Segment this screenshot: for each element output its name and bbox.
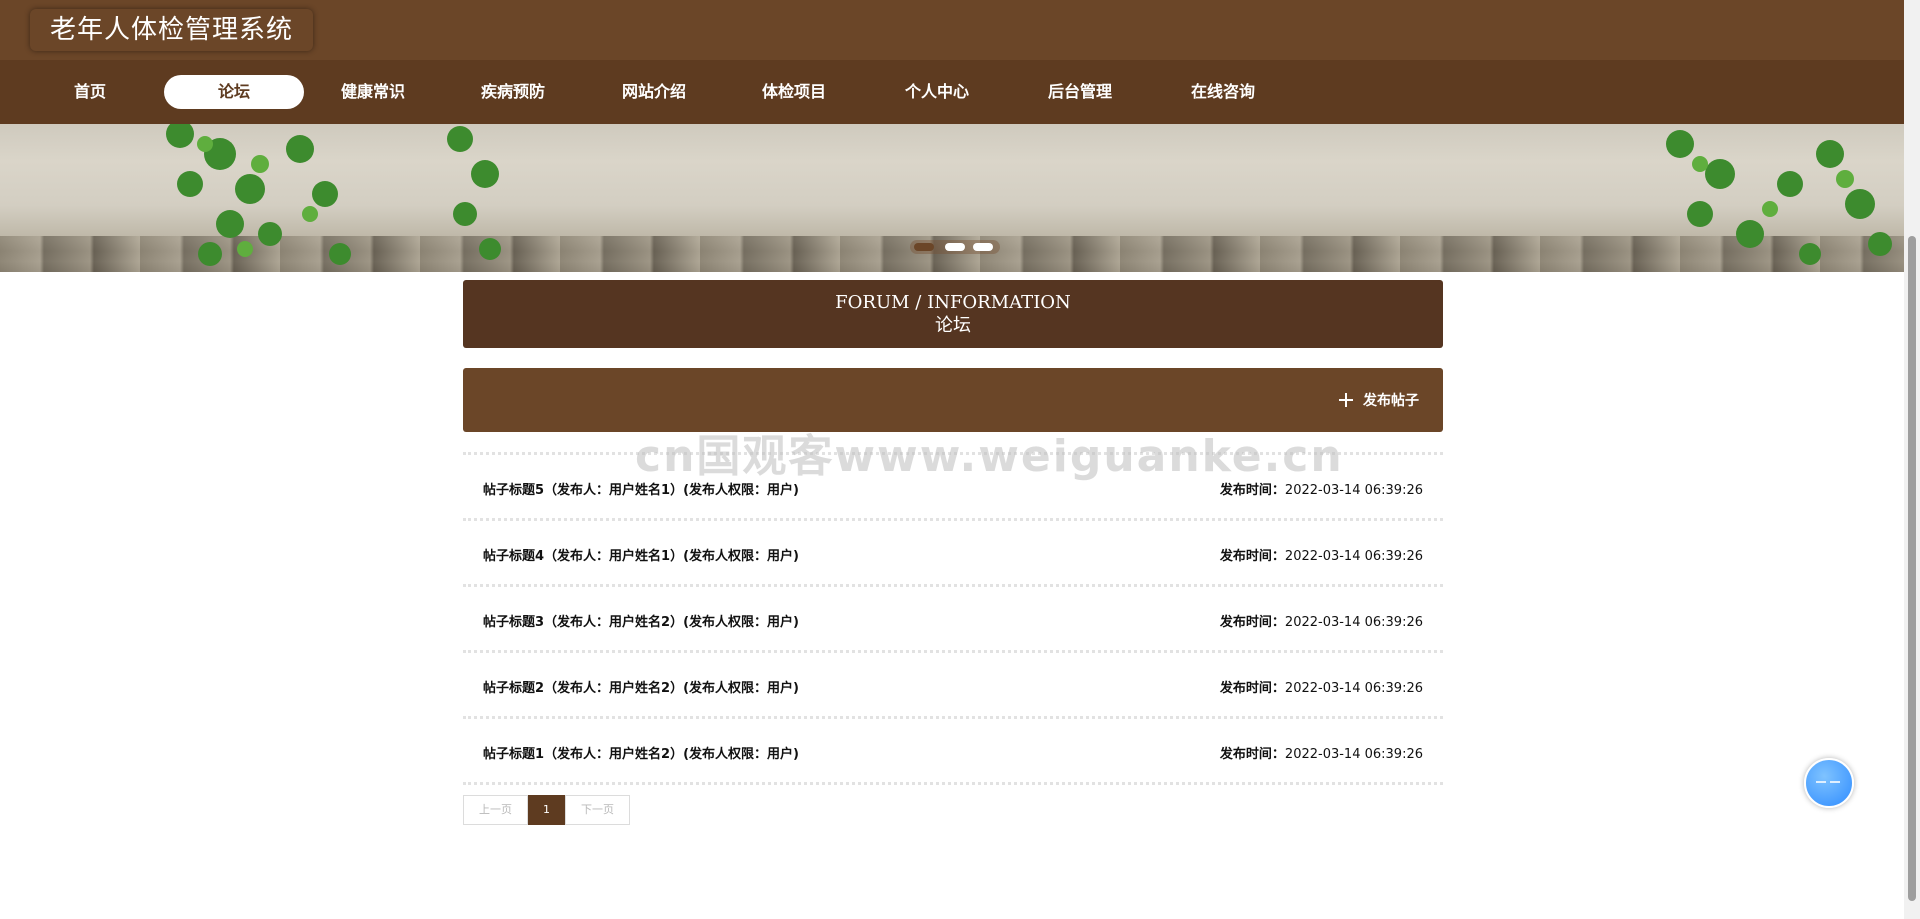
carousel-dot-2[interactable] <box>945 243 965 251</box>
nav-item-checkup-items[interactable]: 体检项目 <box>724 75 864 109</box>
post-time-label: 发布时间： <box>1219 747 1285 762</box>
post-time-value: 2022-03-14 06:39:26 <box>1284 615 1423 630</box>
post-time: 发布时间：2022-03-14 06:39:26 <box>1220 743 1423 762</box>
nav-item-online-consult[interactable]: 在线咨询 <box>1153 75 1293 109</box>
site-title: 老年人体检管理系统 <box>30 9 314 51</box>
section-title-cn: 论坛 <box>935 315 971 336</box>
nav-item-site-intro[interactable]: 网站介绍 <box>584 75 724 109</box>
section-title-en: FORUM / INFORMATION <box>835 292 1071 313</box>
forum-main: FORUM / INFORMATION 论坛 发布帖子 帖子标题5（发布人：用户… <box>463 280 1443 825</box>
post-time-label: 发布时间： <box>1219 615 1285 630</box>
nav-item-forum[interactable]: 论坛 <box>164 75 304 109</box>
chat-icon-line <box>1830 781 1840 783</box>
next-page-button[interactable]: 下一页 <box>565 795 630 825</box>
post-time-label: 发布时间： <box>1219 681 1285 696</box>
main-nav: 首页 论坛 健康常识 疾病预防 网站介绍 体检项目 个人中心 后台管理 在线咨询 <box>0 60 1904 124</box>
chat-icon <box>1816 781 1826 783</box>
post-time: 发布时间：2022-03-14 06:39:26 <box>1220 545 1423 564</box>
post-title[interactable]: 帖子标题3（发布人：用户姓名2）(发布人权限：用户) <box>483 611 799 630</box>
post-time-value: 2022-03-14 06:39:26 <box>1284 483 1423 498</box>
post-time: 发布时间：2022-03-14 06:39:26 <box>1220 677 1423 696</box>
post-item[interactable]: 帖子标题4（发布人：用户姓名1）(发布人权限：用户) 发布时间：2022-03-… <box>463 521 1443 587</box>
vine-mid-decoration <box>447 126 501 260</box>
scrollbar-thumb[interactable] <box>1908 236 1916 901</box>
post-item[interactable]: 帖子标题1（发布人：用户姓名2）(发布人权限：用户) 发布时间：2022-03-… <box>463 719 1443 785</box>
top-header: 老年人体检管理系统 <box>0 0 1904 60</box>
post-time-value: 2022-03-14 06:39:26 <box>1284 549 1423 564</box>
post-title[interactable]: 帖子标题2（发布人：用户姓名2）(发布人权限：用户) <box>483 677 799 696</box>
vine-left-decoration <box>166 124 351 266</box>
chat-float-button[interactable] <box>1804 758 1854 808</box>
post-item[interactable]: 帖子标题2（发布人：用户姓名2）(发布人权限：用户) 发布时间：2022-03-… <box>463 653 1443 719</box>
post-title[interactable]: 帖子标题1（发布人：用户姓名2）(发布人权限：用户) <box>483 743 799 762</box>
current-page-button[interactable]: 1 <box>528 795 565 825</box>
vine-right-decoration <box>1666 130 1892 265</box>
page-scrollbar[interactable] <box>1904 0 1920 919</box>
carousel-dot-1[interactable] <box>914 243 934 251</box>
post-list: 帖子标题5（发布人：用户姓名1）(发布人权限：用户) 发布时间：2022-03-… <box>463 452 1443 785</box>
post-time-value: 2022-03-14 06:39:26 <box>1284 681 1423 696</box>
pagination: 上一页 1 下一页 <box>463 795 1443 825</box>
plus-icon <box>1339 393 1353 407</box>
post-time-label: 发布时间： <box>1219 483 1285 498</box>
publish-post-button[interactable]: 发布帖子 <box>1339 390 1419 410</box>
post-time-value: 2022-03-14 06:39:26 <box>1284 747 1423 762</box>
carousel-indicators <box>910 240 1000 254</box>
post-time-label: 发布时间： <box>1219 549 1285 564</box>
post-title[interactable]: 帖子标题4（发布人：用户姓名1）(发布人权限：用户) <box>483 545 799 564</box>
publish-post-label: 发布帖子 <box>1363 393 1419 409</box>
carousel-dot-3[interactable] <box>973 243 993 251</box>
nav-item-personal-center[interactable]: 个人中心 <box>867 75 1007 109</box>
prev-page-button[interactable]: 上一页 <box>463 795 528 825</box>
banner-carousel <box>0 124 1904 272</box>
nav-item-disease-prevention[interactable]: 疾病预防 <box>443 75 583 109</box>
nav-item-health-knowledge[interactable]: 健康常识 <box>303 75 443 109</box>
nav-item-admin[interactable]: 后台管理 <box>1010 75 1150 109</box>
section-header: FORUM / INFORMATION 论坛 <box>463 280 1443 348</box>
nav-item-home[interactable]: 首页 <box>20 75 160 109</box>
watermark: cn国观客www.weiguanke.cn <box>635 431 1344 482</box>
post-time: 发布时间：2022-03-14 06:39:26 <box>1220 611 1423 630</box>
post-item[interactable]: 帖子标题3（发布人：用户姓名2）(发布人权限：用户) 发布时间：2022-03-… <box>463 587 1443 653</box>
